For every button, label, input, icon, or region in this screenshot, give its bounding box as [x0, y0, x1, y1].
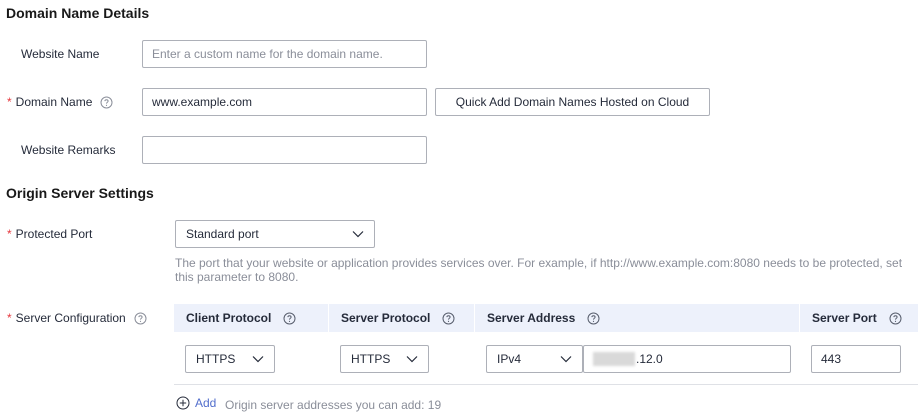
column-header-server-address: Server Address [475, 304, 799, 332]
server-address-value: .12.0 [636, 352, 663, 366]
required-mark: * [7, 227, 12, 241]
help-icon[interactable] [283, 312, 296, 325]
column-header-server-address-text: Server Address [487, 311, 576, 325]
address-type-selected: IPv4 [497, 352, 522, 366]
domain-name-value: www.example.com [152, 95, 253, 109]
server-config-table-header: Client Protocol Server Protocol Server A… [174, 304, 918, 332]
column-header-client-protocol: Client Protocol [174, 304, 328, 332]
help-icon[interactable] [134, 312, 147, 325]
protected-port-hint: The port that your website or applicatio… [175, 256, 903, 284]
add-server-hint: Origin server addresses you can add: 19 [225, 398, 442, 412]
required-mark: * [7, 311, 12, 325]
server-protocol-select[interactable]: HTTPS [340, 345, 429, 373]
domain-name-label-text: Domain Name [15, 95, 93, 109]
server-address-input[interactable]: .12.0 [583, 345, 791, 373]
website-name-input[interactable]: Enter a custom name for the domain name. [142, 40, 427, 68]
help-icon[interactable] [442, 312, 455, 325]
domain-name-input[interactable]: www.example.com [142, 88, 427, 116]
section-title-origin-settings: Origin Server Settings [6, 185, 154, 201]
column-header-client-protocol-text: Client Protocol [186, 311, 272, 325]
address-type-select[interactable]: IPv4 [486, 345, 583, 373]
chevron-down-icon [560, 355, 572, 363]
required-mark: * [7, 95, 12, 109]
website-remarks-label-text: Website Remarks [21, 143, 116, 157]
chevron-down-icon [252, 355, 264, 363]
server-configuration-label-text: Server Configuration [15, 311, 126, 325]
column-header-server-port: Server Port [800, 304, 918, 332]
add-server-link-label: Add [195, 396, 217, 410]
server-port-value: 443 [821, 352, 842, 366]
client-protocol-select[interactable]: HTTPS [185, 345, 275, 373]
website-name-placeholder: Enter a custom name for the domain name. [152, 47, 383, 61]
server-protocol-selected: HTTPS [351, 352, 391, 366]
domain-name-label: * Domain Name [7, 95, 113, 109]
quick-add-domain-button[interactable]: Quick Add Domain Names Hosted on Cloud [435, 88, 710, 116]
column-header-server-protocol-text: Server Protocol [341, 311, 431, 325]
server-configuration-label: * Server Configuration [7, 311, 147, 325]
website-remarks-label: Website Remarks [21, 143, 115, 157]
chevron-down-icon [352, 230, 364, 238]
column-header-server-port-text: Server Port [812, 311, 877, 325]
protected-port-selected: Standard port [186, 227, 259, 241]
help-icon[interactable] [100, 96, 113, 109]
quick-add-domain-button-label: Quick Add Domain Names Hosted on Cloud [455, 95, 690, 109]
add-server-link[interactable]: Add [176, 396, 216, 410]
website-remarks-input[interactable] [142, 136, 427, 164]
website-name-label-text: Website Name [21, 47, 100, 61]
table-row-divider [174, 384, 918, 385]
server-port-input[interactable]: 443 [811, 345, 901, 373]
chevron-down-icon [406, 355, 418, 363]
add-circle-icon [176, 396, 190, 410]
column-header-server-protocol: Server Protocol [329, 304, 474, 332]
protected-port-label: * Protected Port [7, 227, 92, 241]
client-protocol-selected: HTTPS [196, 352, 236, 366]
section-title-domain-details: Domain Name Details [6, 5, 150, 21]
protected-port-label-text: Protected Port [15, 227, 93, 241]
help-icon[interactable] [587, 312, 600, 325]
website-name-label: Website Name [21, 47, 99, 61]
protected-port-select[interactable]: Standard port [175, 220, 375, 248]
help-icon[interactable] [889, 312, 902, 325]
redacted-address-mask [593, 352, 635, 366]
